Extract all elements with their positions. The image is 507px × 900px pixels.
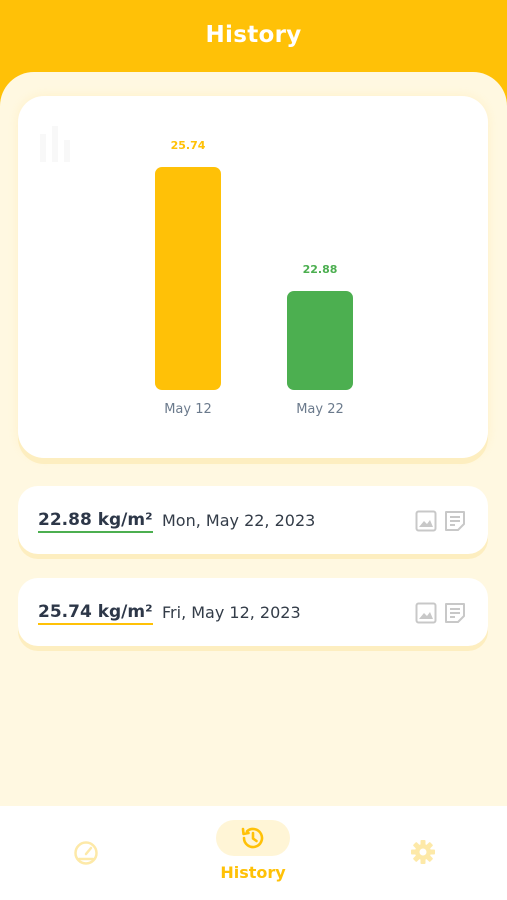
note-icon[interactable] [444, 510, 466, 532]
record-bmi-value: 22.88 kg/m² [38, 510, 153, 533]
chart-card: 25.74 May 12 22.88 May 22 [18, 96, 488, 458]
record-date: Mon, May 22, 2023 [162, 511, 316, 530]
history-record[interactable]: 22.88 kg/m² Mon, May 22, 2023 [18, 486, 488, 554]
chart-watermark [40, 126, 70, 162]
page-title: History [205, 22, 302, 48]
nav-history-button[interactable] [216, 820, 290, 856]
bar-value-label: 22.88 [302, 263, 338, 276]
record-date: Fri, May 12, 2023 [162, 603, 301, 622]
nav-settings-button[interactable] [403, 834, 443, 874]
image-icon[interactable] [415, 602, 437, 624]
history-icon [241, 827, 264, 849]
record-bmi-value: 25.74 kg/m² [38, 602, 153, 625]
note-icon[interactable] [444, 602, 466, 624]
bar-value-label: 25.74 [170, 139, 206, 152]
x-tick-label: May 22 [296, 402, 344, 417]
gauge-icon [74, 841, 98, 865]
nav-calculator-button[interactable] [66, 834, 106, 874]
chart-bar[interactable] [287, 291, 353, 390]
bottom-nav: History [0, 806, 507, 900]
image-icon[interactable] [415, 510, 437, 532]
nav-history-label[interactable]: History [203, 863, 303, 882]
history-record[interactable]: 25.74 kg/m² Fri, May 12, 2023 [18, 578, 488, 646]
x-tick-label: May 12 [164, 402, 212, 417]
chart-bar[interactable] [155, 167, 221, 390]
gear-icon [411, 840, 435, 864]
